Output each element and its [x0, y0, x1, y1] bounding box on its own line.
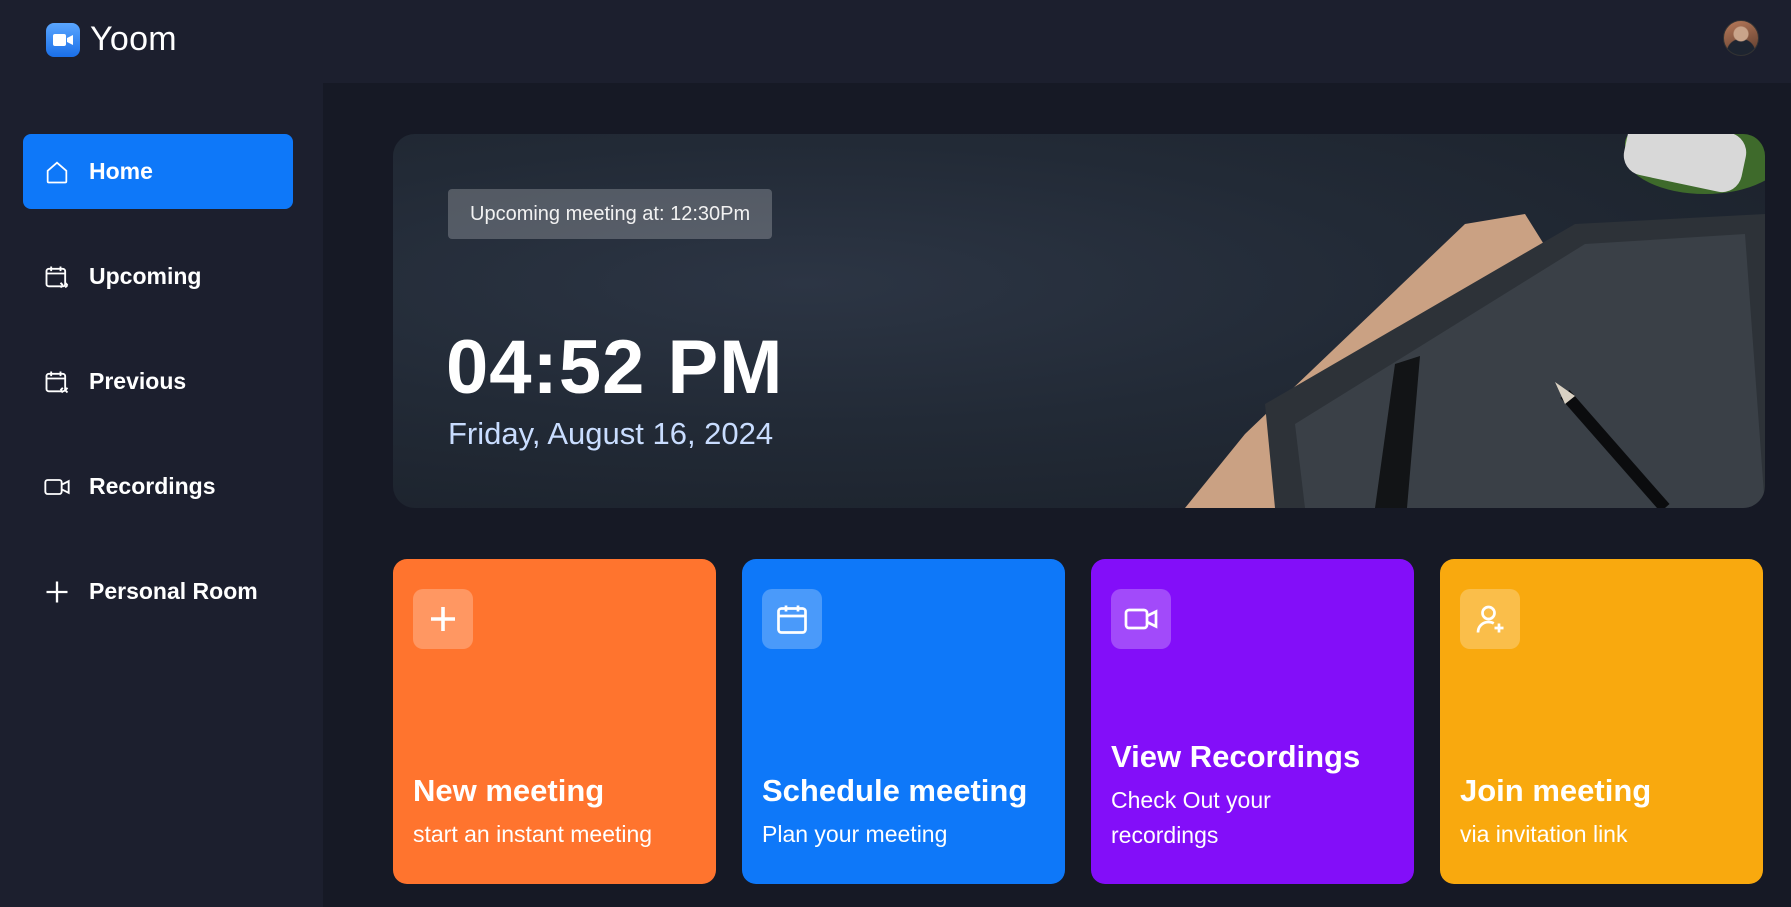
- plus-icon: [413, 589, 473, 649]
- home-icon: [46, 161, 68, 183]
- sidebar-item-label: Home: [89, 158, 153, 184]
- sidebar: Home Upcoming Previous Recordings Person…: [0, 83, 323, 907]
- calendar-icon: [762, 589, 822, 649]
- current-time: 04:52 PM: [446, 325, 784, 410]
- card-title: Schedule meeting: [762, 773, 1028, 808]
- video-icon: [44, 478, 70, 495]
- new-meeting-card[interactable]: New meeting start an instant meeting: [393, 559, 716, 884]
- desk-illustration: [1185, 134, 1765, 508]
- calendar-back-icon: [45, 371, 69, 393]
- app-name: Yoom: [90, 20, 177, 58]
- join-meeting-card[interactable]: Join meeting via invitation link: [1440, 559, 1763, 884]
- card-title: New meeting: [413, 773, 605, 808]
- sidebar-item-personal-room[interactable]: Personal Room: [23, 554, 293, 629]
- sidebar-item-recordings[interactable]: Recordings: [23, 449, 293, 524]
- app-logo[interactable]: Yoom: [46, 20, 177, 59]
- sidebar-item-label: Previous: [89, 368, 187, 394]
- card-subtitle: via invitation link: [1460, 821, 1628, 847]
- card-subtitle: start an instant meeting: [413, 821, 653, 847]
- video-icon: [1111, 589, 1171, 649]
- hero-banner: Upcoming meeting at: 12:30Pm 04:52 PM Fr…: [393, 134, 1765, 508]
- top-navbar: Yoom: [0, 0, 1791, 83]
- sidebar-item-upcoming[interactable]: Upcoming: [23, 239, 293, 314]
- sidebar-item-label: Recordings: [89, 473, 216, 499]
- view-recordings-card[interactable]: View Recordings Check Out your recording…: [1091, 559, 1414, 884]
- add-user-icon: [1460, 589, 1520, 649]
- card-subtitle: Plan your meeting: [762, 821, 948, 847]
- card-subtitle: Check Out your recordings: [1111, 787, 1271, 848]
- sidebar-item-label: Personal Room: [89, 578, 258, 604]
- calendar-forward-icon: [45, 266, 69, 288]
- sidebar-item-label: Upcoming: [89, 263, 202, 289]
- upcoming-meeting-badge: Upcoming meeting at: 12:30Pm: [448, 189, 773, 239]
- user-avatar[interactable]: [1723, 20, 1759, 56]
- card-title: View Recordings: [1111, 739, 1361, 774]
- plus-icon: [46, 581, 68, 602]
- schedule-meeting-card[interactable]: Schedule meeting Plan your meeting: [742, 559, 1065, 884]
- current-date: Friday, August 16, 2024: [448, 416, 774, 451]
- sidebar-item-home[interactable]: Home: [23, 134, 293, 209]
- sidebar-item-previous[interactable]: Previous: [23, 344, 293, 419]
- video-camera-icon: [46, 22, 80, 57]
- card-title: Join meeting: [1460, 773, 1652, 808]
- main-content: Upcoming meeting at: 12:30Pm 04:52 PM Fr…: [323, 83, 1791, 907]
